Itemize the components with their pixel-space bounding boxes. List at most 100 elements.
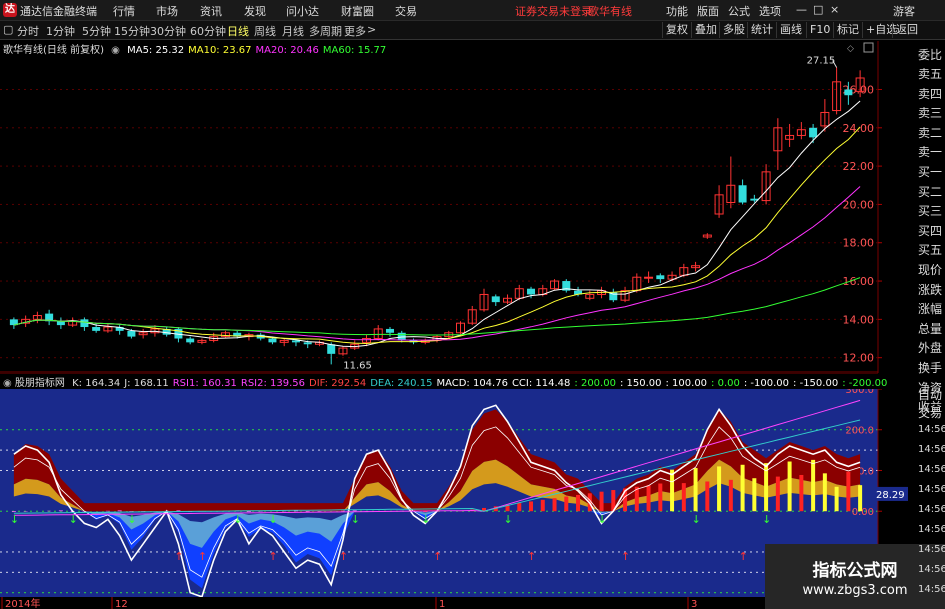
macd-bar (834, 486, 839, 512)
period-tab[interactable]: 多周期 (309, 23, 342, 39)
toolbar-button[interactable]: 画线 (776, 22, 805, 38)
macd-bar (646, 485, 651, 512)
menu-item[interactable]: 交易 (395, 3, 417, 19)
indicator-value: : -150.00 (793, 378, 839, 389)
more-chevron-icon[interactable]: > (367, 23, 376, 36)
indicator-value: RSI1: 160.31 (172, 378, 237, 389)
app-name: 通达信金融终端 (20, 5, 97, 18)
time-label: 14:56 (918, 424, 945, 435)
right-menu-item[interactable]: 公式 (728, 3, 750, 19)
high-label: 27.15 (807, 55, 836, 66)
toolbar-button[interactable]: 标记 (833, 22, 862, 38)
time-label: 14:56 (918, 464, 945, 475)
period-tab[interactable]: 1分钟 (46, 23, 75, 39)
ma-line-20 (13, 186, 861, 341)
indicator-name: 股朋指标网 (14, 378, 65, 389)
macd-bar (670, 469, 675, 512)
ma-line-60 (13, 277, 861, 336)
toolbar-button[interactable]: 多股 (719, 22, 748, 38)
time-label: 14:56 (918, 444, 945, 455)
date-label: 1 (439, 599, 445, 609)
indicator-value: : 0.00 (711, 378, 740, 389)
window-control-icon[interactable]: × (830, 3, 839, 16)
menu-item[interactable]: 资讯 (200, 3, 222, 19)
period-tab[interactable]: 周线 (254, 23, 276, 39)
current-value: 28.29 (876, 490, 905, 501)
status-not-logged-in: 证券交易未登录 (515, 5, 592, 18)
period-tab[interactable]: 日线 (227, 23, 249, 39)
macd-bar (681, 483, 686, 512)
down-arrow-icon: ↓ (127, 513, 136, 526)
macd-bar (540, 499, 545, 512)
down-arrow-icon: ↓ (268, 513, 277, 526)
macd-bar (775, 476, 780, 512)
toolbar-button[interactable]: 复权 (662, 22, 691, 38)
indicator-values: K: 164.34 J: 168.11 RSI1: 160.31 RSI2: 139.… (68, 378, 887, 389)
down-arrow-icon: ↓ (762, 513, 771, 526)
up-arrow-icon: ↑ (174, 550, 183, 563)
side-row: 换手 (918, 361, 943, 375)
macd-bar (352, 510, 357, 512)
candle-body (644, 276, 654, 279)
window-control-icon[interactable]: — (796, 3, 807, 16)
macd-bar (552, 498, 557, 512)
time-label: 14:56 (918, 584, 945, 595)
menu-item[interactable]: 问小达 (286, 3, 319, 19)
period-tab[interactable]: 5分钟 (82, 23, 111, 39)
macd-bar (693, 468, 698, 512)
date-label: 3 (691, 599, 697, 609)
indicator-value: RSI2: 139.56 (240, 378, 306, 389)
price-tick-label: 18.00 (843, 237, 875, 250)
up-arrow-icon: ↑ (268, 550, 277, 563)
down-arrow-icon: ↓ (504, 513, 513, 526)
period-tab[interactable]: 15分钟 (114, 23, 150, 39)
up-arrow-icon: ↑ (433, 550, 442, 563)
side-row: 总量 (918, 321, 943, 336)
macd-bar (752, 478, 757, 512)
candle-body (56, 321, 65, 326)
down-arrow-icon: ↓ (69, 513, 78, 526)
expand-icon (863, 42, 874, 53)
toolbar-button[interactable]: F10 (806, 22, 833, 38)
diamond-icon: ◇ (847, 44, 854, 54)
side-row: 交易 (918, 406, 943, 420)
candle-body (186, 338, 195, 343)
up-arrow-icon: ↑ (621, 550, 630, 563)
indicator-value: : -200.00 (842, 378, 888, 389)
menu-item[interactable]: 行情 (113, 3, 135, 19)
indicator-info: ◉ 股朋指标网 K: 164.34 J: 168.11 RSI1: 160.31 RS… (0, 373, 887, 389)
indicator-value: DEA: 240.15 (370, 378, 433, 389)
side-row: 涨幅 (918, 302, 943, 317)
down-arrow-icon: ↓ (233, 513, 242, 526)
toolbar-square-icon[interactable]: ▢ (3, 23, 13, 36)
toolbar-button[interactable]: 返回 (892, 22, 921, 38)
menu-item[interactable]: 发现 (244, 3, 266, 19)
date-label: 12 (115, 599, 128, 609)
up-arrow-icon: ↑ (739, 550, 748, 563)
up-arrow-icon: ↑ (198, 550, 207, 563)
guest-link[interactable]: 游客 (893, 3, 915, 19)
indicator-background (0, 389, 878, 609)
period-tab[interactable]: 分时 (17, 23, 39, 39)
down-arrow-icon: ↓ (10, 513, 19, 526)
side-label-wb: 委比 (918, 48, 943, 62)
toolbar-button[interactable]: 叠加 (691, 22, 720, 38)
menu-item[interactable]: 财富圈 (341, 3, 374, 19)
candlestick-chart[interactable]: 12.0014.0016.0018.0020.0022.0024.0026.00… (0, 41, 918, 373)
indicator-settings-icon[interactable]: ◉ (3, 378, 12, 389)
side-row: 卖一 (918, 145, 943, 160)
period-tab[interactable]: 更多 (344, 23, 366, 39)
toolbar-button[interactable]: 统计 (747, 22, 776, 38)
right-menu-item[interactable]: 版面 (697, 3, 719, 19)
period-tab[interactable]: 月线 (282, 23, 304, 39)
macd-bar (117, 510, 122, 512)
period-tab[interactable]: 60分钟 (190, 23, 226, 39)
right-menu-item[interactable]: 功能 (666, 3, 688, 19)
candle-body (809, 127, 818, 138)
side-row: 卖三 (918, 106, 943, 121)
right-menu-item[interactable]: 选项 (759, 3, 781, 19)
menu-item[interactable]: 市场 (156, 3, 178, 19)
window-control-icon[interactable]: □ (813, 3, 823, 16)
period-tab[interactable]: 30分钟 (150, 23, 186, 39)
candle-body (491, 296, 500, 303)
